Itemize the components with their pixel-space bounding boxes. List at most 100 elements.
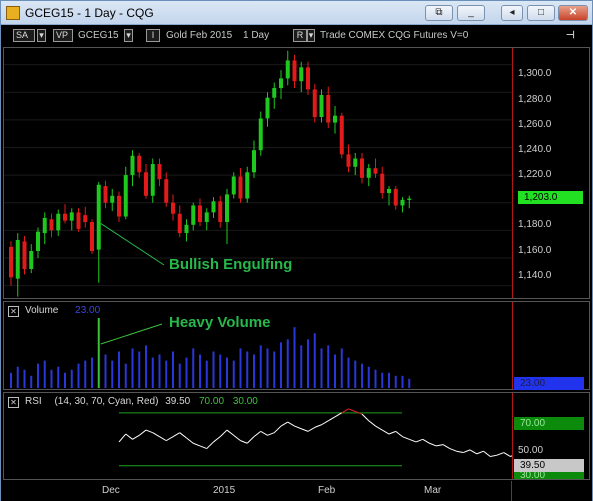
rsi-line-segment: [375, 425, 383, 431]
rsi-lower-value: 30.00: [232, 396, 258, 407]
candle-body: [279, 78, 283, 89]
contract-description: Gold Feb 2015: [166, 30, 233, 41]
candle-body: [225, 194, 229, 223]
rsi-line-segment: [260, 430, 268, 436]
rsi-line-segment: [240, 440, 248, 444]
heavy-volume-annotation: Heavy Volume: [169, 314, 271, 331]
rsi-line-segment: [321, 420, 329, 426]
price-tick: 1,260.0: [518, 119, 552, 130]
sa-dropdown-arrow[interactable]: ▾: [37, 29, 46, 42]
volume-close-icon[interactable]: ✕: [8, 306, 19, 317]
rsi-line-segment: [301, 428, 309, 432]
symbol-dropdown-arrow[interactable]: ▾: [124, 29, 133, 42]
rsi-value: 39.50: [165, 396, 191, 407]
r-dropdown-arrow[interactable]: ▾: [307, 29, 315, 42]
candle-body: [9, 246, 13, 278]
candle-body: [144, 172, 148, 196]
rsi-axis-line: [512, 393, 513, 479]
rsi-line-segment: [456, 450, 464, 454]
candle-body: [15, 239, 20, 279]
time-label: Feb: [318, 485, 336, 496]
candle-body: [198, 205, 202, 223]
rsi-line-segment: [159, 436, 167, 442]
vp-button[interactable]: VP: [53, 29, 73, 42]
symbol-label[interactable]: GCEG15: [78, 30, 119, 41]
rsi-line-segment: [361, 413, 370, 422]
rsi-line-segment: [233, 434, 241, 442]
maximize-button[interactable]: □: [527, 5, 555, 21]
rsi-line-segment: [219, 429, 228, 438]
rsi-line-segment: [246, 436, 255, 444]
price-tick: 1,280.0: [518, 94, 552, 105]
candle-body: [177, 213, 182, 234]
candle-body: [110, 195, 115, 203]
price-tick: 1,160.0: [518, 245, 552, 256]
chart-toolbar: SA ▾ VP GCEG15 ▾ I Gold Feb 2015 1 Day R…: [1, 26, 592, 46]
rsi-line-segment: [503, 452, 511, 457]
rsi-close-icon[interactable]: ✕: [8, 397, 19, 408]
rsi-line-segment: [287, 421, 295, 427]
candle-body: [117, 195, 121, 217]
rsi-line-segment: [442, 444, 451, 450]
candle-body: [130, 155, 135, 176]
rsi-line-segment: [132, 434, 140, 440]
interval-button[interactable]: I: [146, 29, 160, 42]
volume-axis-tag: 23.00: [514, 377, 584, 390]
candle-body: [387, 188, 391, 194]
rsi-mid-tick: 50.00: [518, 445, 544, 456]
title-bar: GCEG15 - 1 Day - CQG ⧉ _ ◂ □ ✕: [1, 1, 592, 25]
rsi-line-segment: [118, 433, 127, 443]
timeframe-label[interactable]: 1 Day: [243, 30, 269, 41]
time-label: Mar: [424, 485, 442, 496]
candle-body: [42, 217, 47, 234]
rsi-line-segment: [125, 433, 133, 440]
volume-value: 23.00: [75, 305, 101, 316]
candle-body: [211, 201, 216, 213]
candle-body: [312, 89, 317, 118]
minimize-button[interactable]: _: [457, 5, 485, 21]
candle-body: [366, 168, 371, 178]
rsi-line-segment: [341, 408, 349, 414]
time-axis-divider: [511, 481, 512, 501]
restore-down-button[interactable]: ⧉: [425, 5, 453, 21]
rsi-line-segment: [273, 425, 282, 434]
time-axis: Dec 2015 Feb Mar: [1, 481, 592, 501]
candle-body: [252, 150, 256, 173]
rsi-panel: ✕ RSI (14, 30, 70, Cyan, Red) 39.50 70.00…: [3, 392, 590, 480]
time-label: 2015: [213, 485, 236, 496]
time-label: Dec: [102, 485, 120, 496]
rsi-line-segment: [469, 449, 478, 455]
rsi-line-segment: [449, 448, 457, 452]
sa-dropdown[interactable]: SA: [13, 29, 35, 42]
back-button[interactable]: ◂: [501, 5, 523, 21]
rsi-line-segment: [226, 429, 235, 436]
price-tick: 1,300.0: [518, 68, 552, 79]
candle-body: [191, 205, 196, 225]
candle-body: [306, 67, 310, 90]
candle-body: [22, 241, 27, 269]
candle-body: [231, 176, 236, 195]
r-button[interactable]: R: [293, 29, 307, 42]
candle-body: [238, 176, 243, 199]
candle-body: [245, 172, 250, 199]
rsi-line-segment: [388, 430, 396, 435]
candle-body: [360, 158, 364, 178]
close-button[interactable]: ✕: [558, 5, 588, 21]
app-icon: [6, 6, 20, 20]
candle-body: [49, 219, 54, 231]
candle-body: [258, 118, 263, 151]
rsi-line-segment: [179, 432, 187, 439]
bullish-engulfing-leader: [100, 222, 165, 266]
candle-body: [150, 164, 155, 196]
price-tick: 1,240.0: [518, 144, 552, 155]
rsi-line-segment: [206, 441, 214, 449]
candle-body: [123, 175, 128, 217]
bullish-engulfing-annotation: Bullish Engulfing: [169, 256, 293, 273]
candle-body: [265, 97, 270, 119]
rsi-line-segment: [476, 450, 484, 455]
pin-icon[interactable]: ⊣: [566, 30, 575, 41]
rsi-line-segment: [496, 452, 504, 456]
rsi-line-segment: [409, 438, 417, 443]
rsi-line-segment: [422, 438, 430, 444]
candle-body: [63, 213, 67, 221]
